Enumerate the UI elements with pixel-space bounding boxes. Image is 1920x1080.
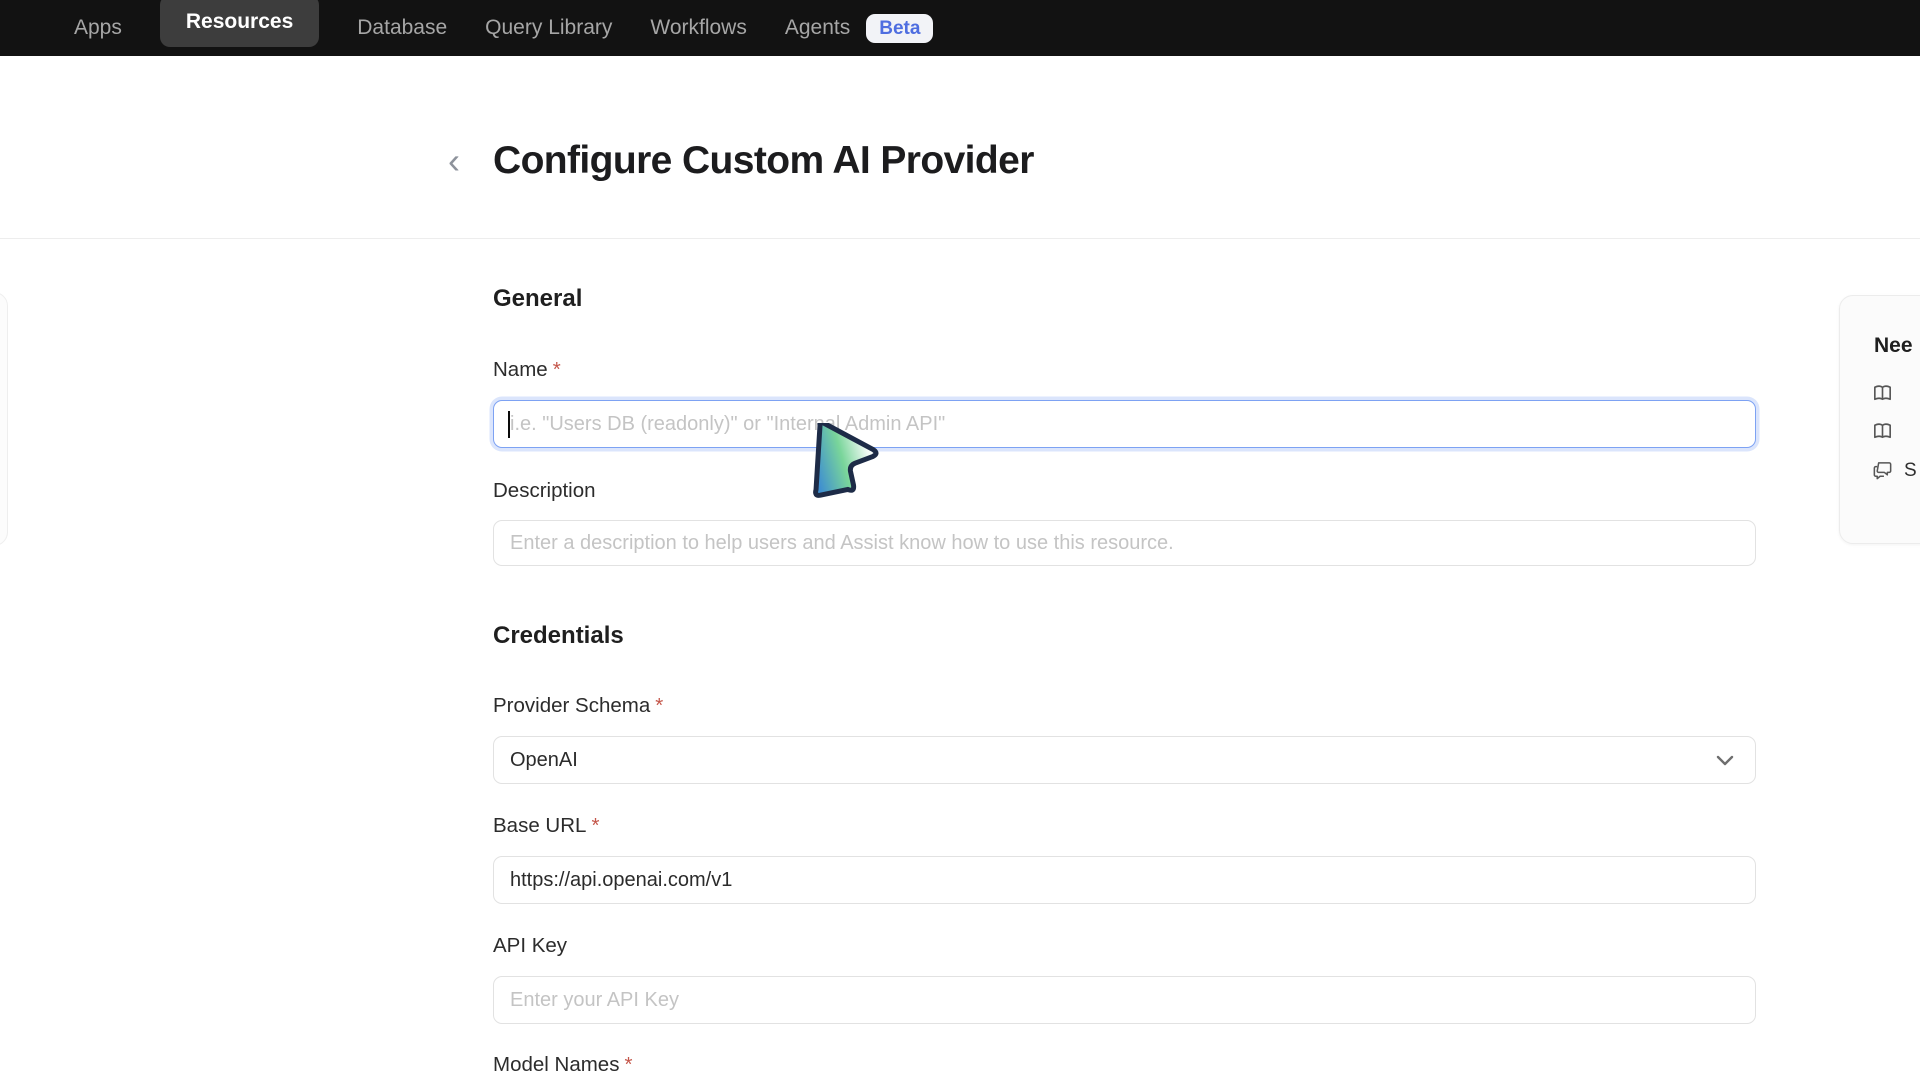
description-input[interactable]: [493, 520, 1756, 566]
base-url-label: Base URL*: [493, 814, 599, 838]
chevron-down-icon: [1713, 748, 1737, 772]
name-label: Name*: [493, 358, 561, 382]
help-card-title: Nee: [1874, 334, 1913, 358]
required-asterisk: *: [624, 1053, 632, 1076]
description-label-text: Description: [493, 479, 596, 502]
api-key-label-text: API Key: [493, 934, 567, 957]
model-names-label-text: Model Names: [493, 1053, 619, 1076]
credentials-section-heading: Credentials: [493, 622, 624, 650]
base-url-label-text: Base URL: [493, 814, 586, 837]
top-nav: Apps Resources Database Query Library Wo…: [0, 0, 1920, 56]
required-asterisk: *: [553, 358, 561, 381]
text-caret: [508, 411, 510, 438]
nav-item-resources[interactable]: Resources: [160, 0, 319, 47]
book-icon: [1871, 420, 1894, 443]
model-names-label: Model Names*: [493, 1053, 632, 1077]
nav-item-database[interactable]: Database: [357, 16, 447, 40]
screen: Apps Resources Database Query Library Wo…: [0, 0, 1920, 1080]
provider-schema-label: Provider Schema*: [493, 694, 663, 718]
nav-item-query-library[interactable]: Query Library: [485, 16, 612, 40]
nav-item-workflows[interactable]: Workflows: [650, 16, 746, 40]
name-label-text: Name: [493, 358, 548, 381]
description-label: Description: [493, 479, 596, 503]
base-url-input[interactable]: [493, 856, 1756, 904]
help-link-docs-1[interactable]: [1871, 382, 1894, 405]
nav-item-agents[interactable]: Agents Beta: [785, 14, 934, 43]
general-section-heading: General: [493, 285, 582, 313]
provider-schema-select[interactable]: OpenAI: [493, 736, 1756, 784]
help-card: Nee S: [1839, 295, 1920, 544]
help-link-docs-2[interactable]: [1871, 420, 1894, 443]
chat-icon: [1871, 459, 1894, 482]
beta-badge: Beta: [866, 14, 933, 43]
provider-schema-label-text: Provider Schema: [493, 694, 650, 717]
help-support-label: S: [1904, 460, 1917, 482]
name-input[interactable]: [493, 400, 1756, 448]
nav-item-apps[interactable]: Apps: [74, 16, 122, 40]
provider-schema-value: OpenAI: [510, 749, 578, 772]
mouse-cursor-pointer: [805, 423, 883, 507]
book-icon: [1871, 382, 1894, 405]
nav-agents-label: Agents: [785, 16, 850, 40]
back-button[interactable]: ‹: [448, 143, 460, 179]
help-link-support[interactable]: S: [1871, 459, 1917, 482]
api-key-label: API Key: [493, 934, 567, 958]
required-asterisk: *: [655, 694, 663, 717]
left-peek-card: [0, 292, 8, 546]
api-key-input[interactable]: [493, 976, 1756, 1024]
page-title: Configure Custom AI Provider: [493, 139, 1034, 183]
header-divider: [0, 238, 1920, 239]
required-asterisk: *: [591, 814, 599, 837]
